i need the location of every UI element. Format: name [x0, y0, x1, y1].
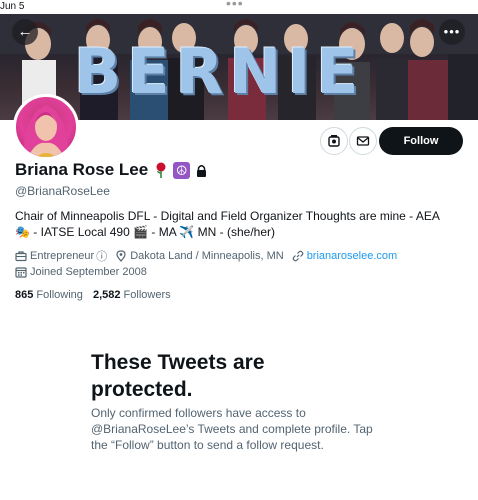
more-icon: ••• [443, 24, 461, 39]
profile-avatar[interactable] [13, 94, 79, 160]
recommend-icon [328, 135, 340, 147]
location-item: Dakota Land / Minneapolis, MN [115, 250, 284, 262]
following-label: Following [36, 289, 83, 301]
location-text: Dakota Land / Minneapolis, MN [130, 250, 284, 262]
join-date-row: Joined September 2008 [15, 266, 155, 278]
location-pin-icon [116, 250, 126, 262]
status-bar: Jun 5 ••• [0, 0, 478, 14]
following-link[interactable]: 865 Following [15, 289, 86, 301]
display-name: Briana Rose Lee [15, 160, 149, 179]
rose-icon [156, 162, 166, 178]
followers-link[interactable]: 2,582 Followers [93, 289, 171, 301]
lock-icon [197, 164, 207, 177]
header-banner: BERNIE [0, 14, 478, 120]
followers-label: Followers [123, 289, 171, 301]
peace-icon: ☮ [173, 161, 191, 179]
protected-message: Only confirmed followers have access to … [91, 406, 373, 452]
bio-line-2: 🎭 - IATSE Local 490 🎬 - MA ✈️ MN - (she/… [15, 225, 275, 239]
bio: Chair of Minneapolis DFL - Digital and F… [15, 208, 470, 240]
followers-count: 2,582 [92, 289, 121, 301]
joined-item: Joined September 2008 [15, 266, 147, 278]
back-arrow-icon: ← [17, 23, 33, 40]
category-text: Entrepreneur [30, 250, 95, 262]
name-row: Briana Rose Lee ☮ [15, 160, 207, 180]
profile-meta: Entrepreneur ⓘ Dakota Land / Minneapolis… [15, 248, 405, 264]
link-icon [292, 250, 304, 262]
follow-stats: 865 Following 2,582 Followers [15, 289, 171, 301]
mail-icon [356, 136, 370, 146]
status-dots: ••• [226, 0, 244, 11]
status-date: Jun 5 [0, 1, 25, 12]
calendar-icon [15, 267, 27, 278]
bio-line-1: Chair of Minneapolis DFL - Digital and F… [15, 209, 440, 223]
category-info-icon[interactable]: ⓘ [96, 248, 107, 264]
website-link[interactable]: brianaroselee.com [307, 250, 398, 262]
joined-text: Joined September 2008 [30, 266, 147, 278]
category-item: Entrepreneur ⓘ [15, 248, 107, 264]
avatar-portrait [23, 105, 69, 157]
banner-sign-letters: BERNIE [74, 35, 365, 108]
back-button[interactable]: ← [12, 19, 38, 45]
website-item: brianaroselee.com [292, 250, 398, 262]
recommend-button[interactable] [320, 127, 348, 155]
more-options-button[interactable]: ••• [439, 19, 465, 45]
handle: @BrianaRoseLee [15, 184, 110, 198]
protected-title: These Tweets are protected. [91, 351, 265, 401]
message-button[interactable] [349, 127, 377, 155]
briefcase-icon [15, 251, 27, 262]
follow-button[interactable]: Follow [379, 127, 463, 155]
following-count: 865 [15, 289, 34, 301]
